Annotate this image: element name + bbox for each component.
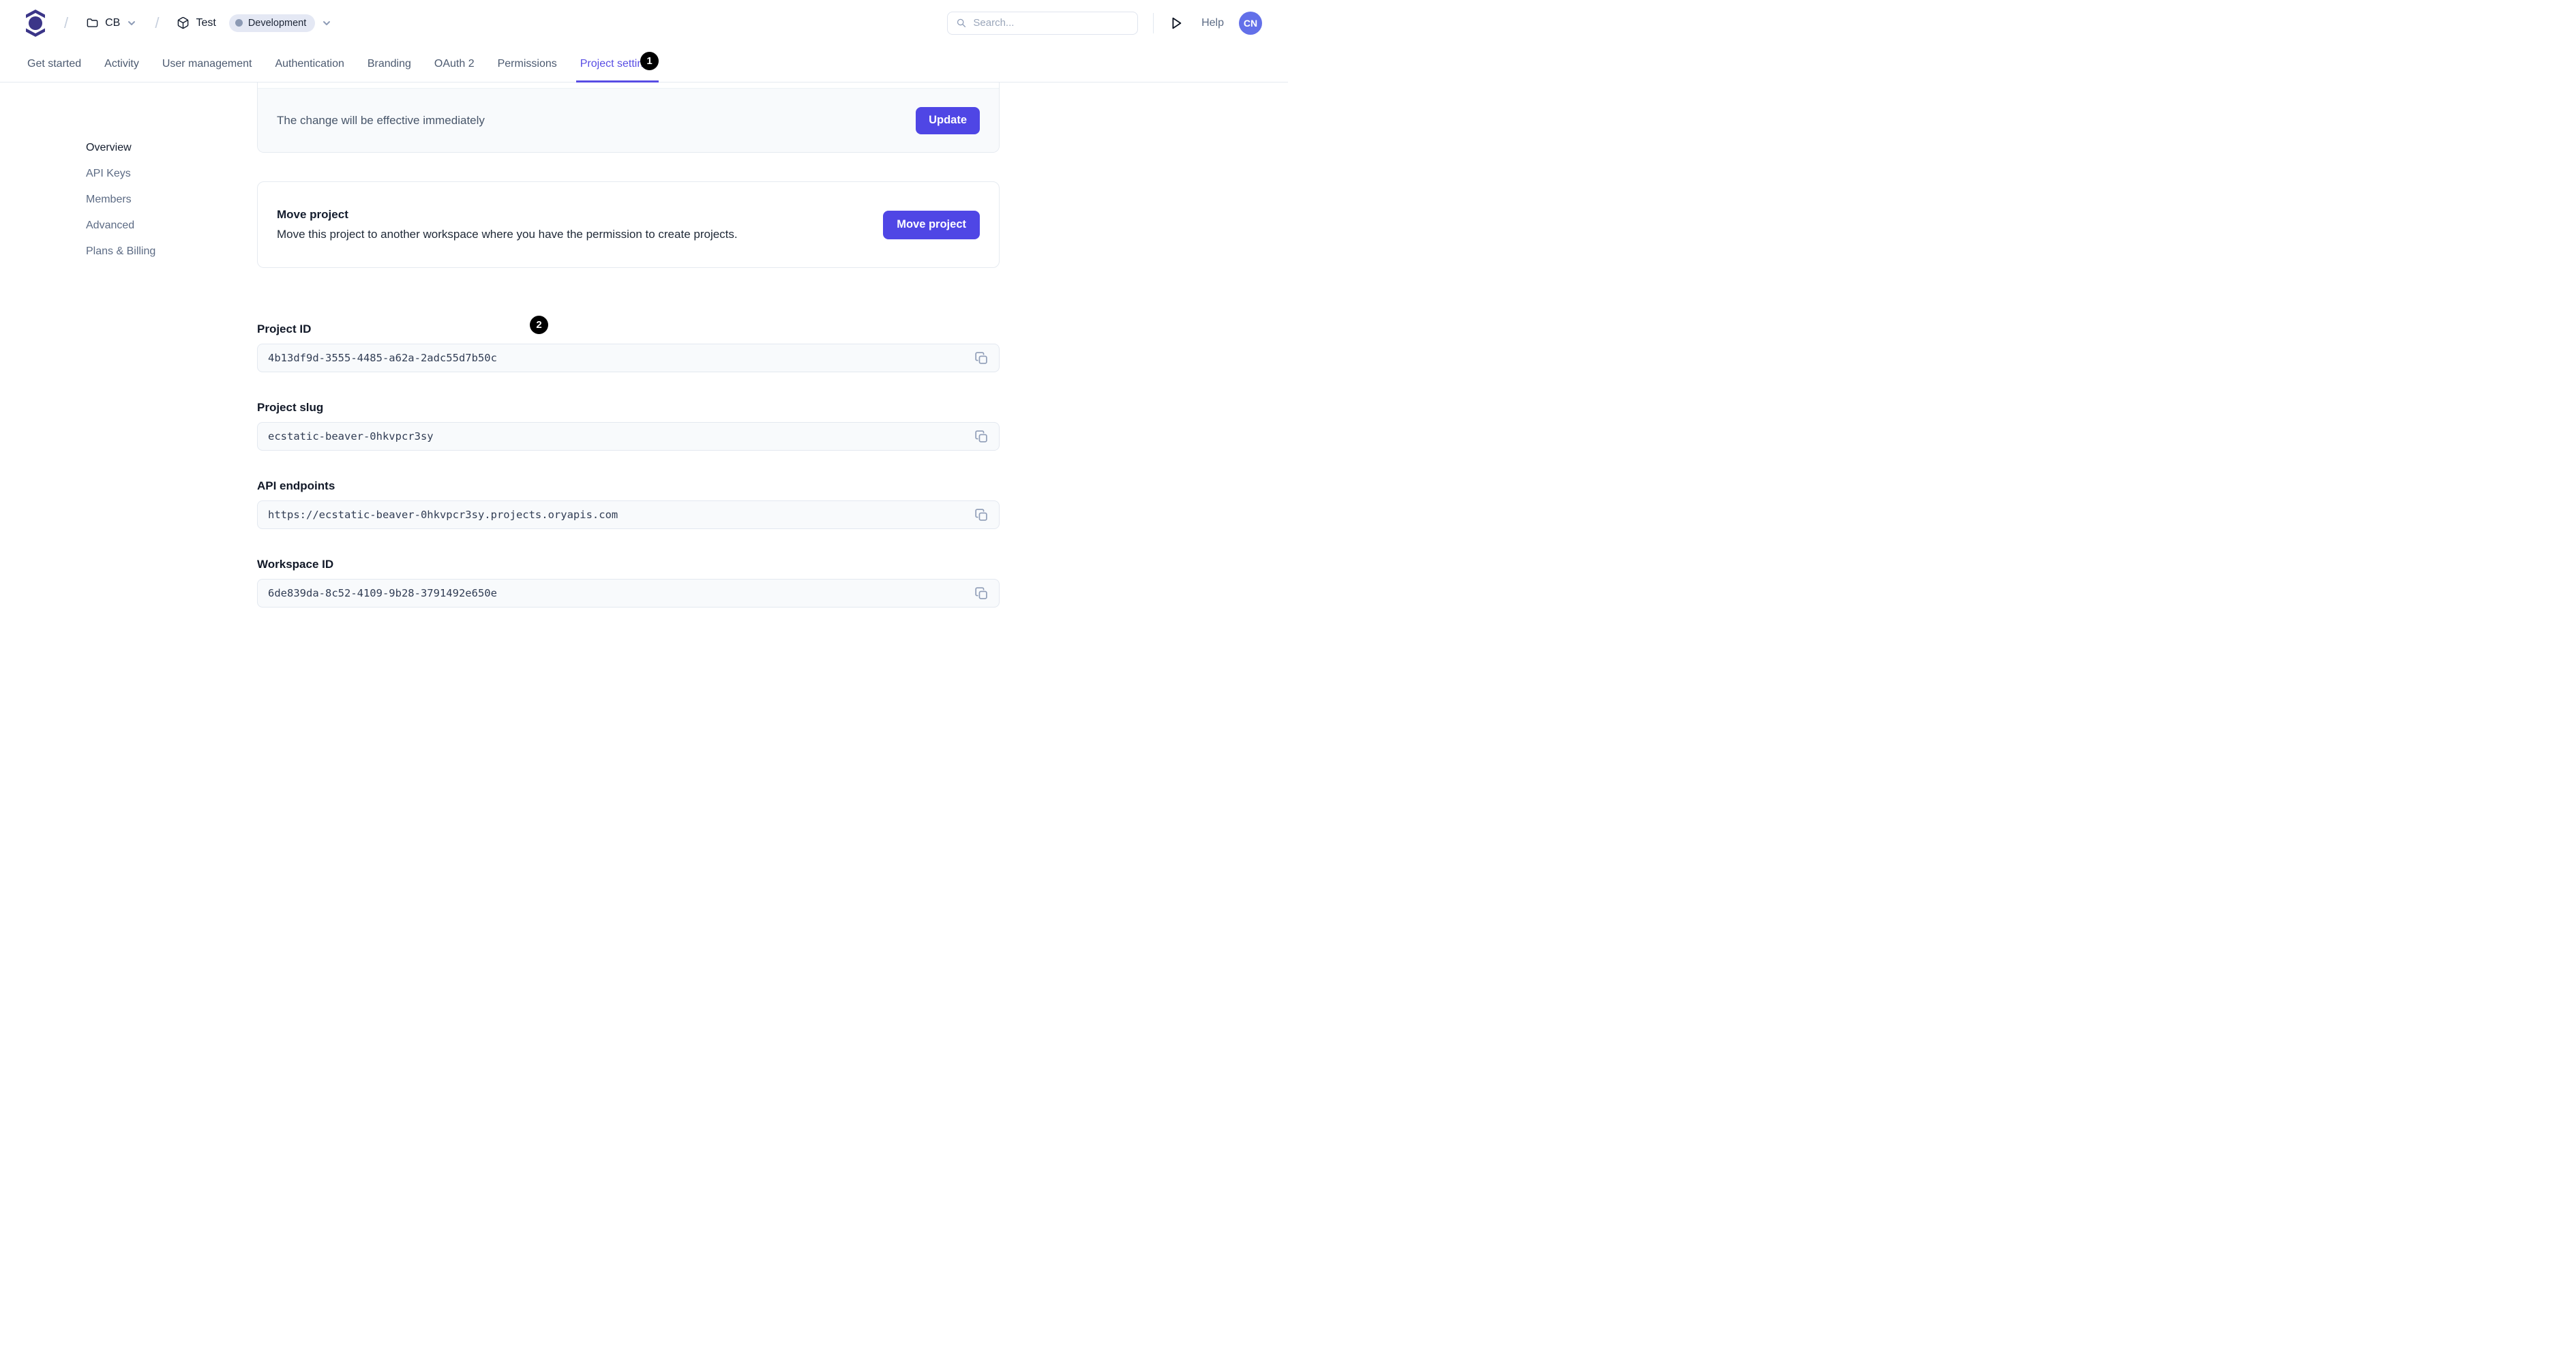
workspace-name: CB <box>105 16 121 29</box>
api-endpoints-box: https://ecstatic-beaver-0hkvpcr3sy.proje… <box>257 500 1000 529</box>
sidebar-item-advanced[interactable]: Advanced <box>86 213 257 239</box>
breadcrumb-separator: / <box>64 14 69 31</box>
header-divider <box>1153 12 1154 33</box>
main-area: Overview API Keys Members Advanced Plans… <box>0 82 1288 636</box>
project-slug-box: ecstatic-beaver-0hkvpcr3sy <box>257 422 1000 451</box>
update-card-body-cut <box>258 82 999 89</box>
environment-label: Development <box>248 17 307 29</box>
project-breadcrumb[interactable]: Test Development <box>177 14 332 32</box>
copy-icon <box>974 430 987 442</box>
project-id-field: Project ID 4b13df9d-3555-4485-a62a-2adc5… <box>257 322 1000 372</box>
top-header: / CB / Test Development Search... Help C… <box>0 0 1288 46</box>
copy-project-id-button[interactable] <box>972 349 990 367</box>
copy-icon <box>974 351 987 364</box>
project-name: Test <box>196 16 216 29</box>
move-project-button[interactable]: Move project <box>883 210 980 239</box>
update-card-footer: The change will be effective immediately… <box>258 89 999 152</box>
project-slug-value: ecstatic-beaver-0hkvpcr3sy <box>268 430 434 442</box>
workspace-id-value: 6de839da-8c52-4109-9b28-3791492e650e <box>268 587 497 599</box>
settings-sidebar: Overview API Keys Members Advanced Plans… <box>0 82 257 265</box>
copy-workspace-id-button[interactable] <box>972 584 990 602</box>
move-project-card: Move project Move this project to anothe… <box>257 181 1000 268</box>
sidebar-item-overview[interactable]: Overview <box>86 135 257 161</box>
workspace-id-box: 6de839da-8c52-4109-9b28-3791492e650e <box>257 579 1000 608</box>
annotation-mark-1: 1 <box>640 52 659 70</box>
api-endpoints-value: https://ecstatic-beaver-0hkvpcr3sy.proje… <box>268 509 618 521</box>
copy-icon <box>974 508 987 521</box>
move-project-title: Move project <box>277 208 348 221</box>
chevron-down-icon <box>128 20 136 25</box>
package-icon <box>178 16 189 29</box>
workspace-breadcrumb[interactable]: CB <box>86 16 137 29</box>
sidebar-item-api-keys[interactable]: API Keys <box>86 161 257 187</box>
search-box[interactable] <box>947 11 1139 35</box>
update-card: The change will be effective immediately… <box>257 82 1000 153</box>
tab-authentication[interactable]: Authentication <box>275 46 344 82</box>
move-project-text: Move project Move this project to anothe… <box>277 208 738 241</box>
api-endpoints-label: API endpoints <box>257 479 335 492</box>
copy-project-slug-button[interactable] <box>972 427 990 445</box>
tab-branding[interactable]: Branding <box>368 46 411 82</box>
workspace-id-label: Workspace ID <box>257 558 334 571</box>
avatar[interactable]: CN <box>1239 11 1262 35</box>
annotation-mark-2: 2 <box>530 316 548 334</box>
move-project-description: Move this project to another workspace w… <box>277 228 738 241</box>
breadcrumb-separator: / <box>155 14 160 31</box>
project-identity-fields: Project ID 4b13df9d-3555-4485-a62a-2adc5… <box>257 322 1000 608</box>
chevron-down-icon <box>323 20 331 25</box>
help-link[interactable]: Help <box>1201 17 1224 29</box>
tab-user-management[interactable]: User management <box>162 46 252 82</box>
search-input[interactable] <box>973 17 1130 29</box>
api-endpoints-field: API endpoints https://ecstatic-beaver-0h… <box>257 479 1000 529</box>
project-id-box: 4b13df9d-3555-4485-a62a-2adc55d7b50c <box>257 344 1000 372</box>
copy-api-endpoints-button[interactable] <box>972 506 990 524</box>
sidebar-item-members[interactable]: Members <box>86 187 257 213</box>
sidebar-item-plans-billing[interactable]: Plans & Billing <box>86 239 257 265</box>
header-actions: Help CN <box>947 11 1262 35</box>
folder-icon <box>87 18 98 27</box>
project-settings-page: / CB / Test Development Search... Help C… <box>0 0 1288 682</box>
search-icon <box>957 18 966 27</box>
update-button[interactable]: Update <box>916 106 980 134</box>
project-slug-field: Project slug ecstatic-beaver-0hkvpcr3sy <box>257 401 1000 451</box>
tab-oauth2[interactable]: OAuth 2 <box>434 46 475 82</box>
project-id-value: 4b13df9d-3555-4485-a62a-2adc55d7b50c <box>268 352 497 364</box>
update-message: The change will be effective immediately <box>277 113 485 127</box>
environment-badge: Development <box>228 14 316 32</box>
copy-icon <box>974 586 987 599</box>
project-slug-label: Project slug <box>257 401 324 414</box>
project-id-label: Project ID <box>257 322 312 335</box>
ory-logo-icon[interactable] <box>25 8 46 38</box>
play-icon[interactable] <box>1169 16 1184 31</box>
environment-dot-icon <box>235 19 243 27</box>
tab-get-started[interactable]: Get started <box>27 46 81 82</box>
tab-activity[interactable]: Activity <box>104 46 139 82</box>
workspace-id-field: Workspace ID 6de839da-8c52-4109-9b28-379… <box>257 558 1000 608</box>
settings-content: The change will be effective immediately… <box>257 82 1000 636</box>
tab-permissions[interactable]: Permissions <box>498 46 557 82</box>
